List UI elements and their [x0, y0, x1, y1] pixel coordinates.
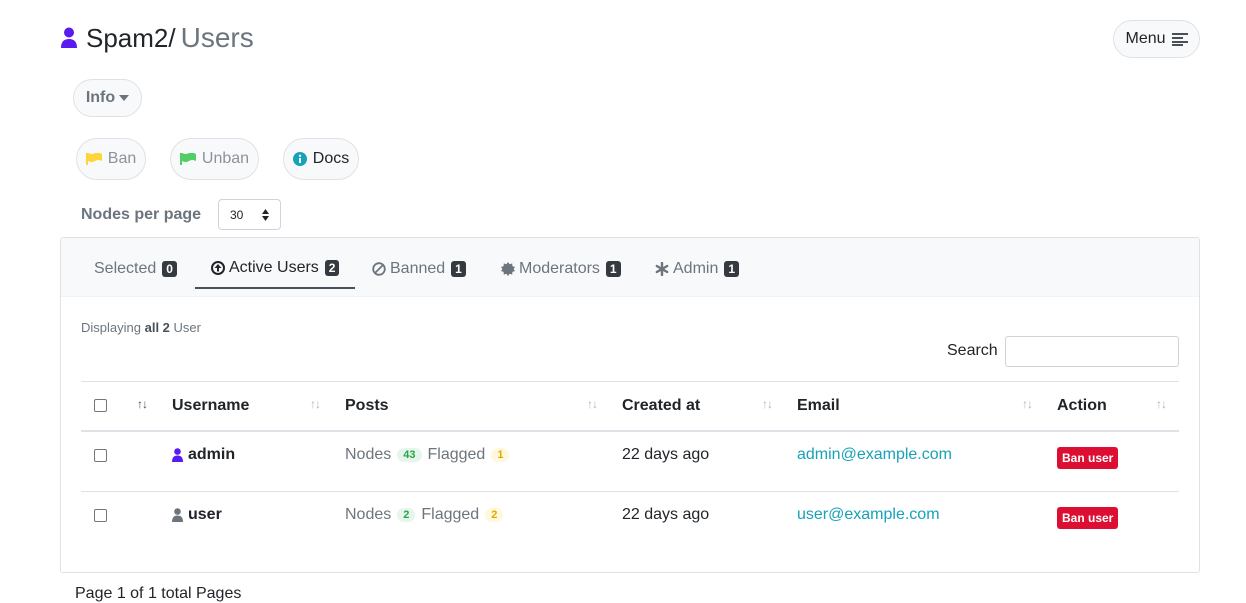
flagged-label: Flagged	[427, 446, 486, 463]
user-icon	[61, 27, 77, 48]
menu-label: Menu	[1125, 30, 1166, 47]
user-icon	[172, 508, 183, 522]
posts-cell: Nodes 2 Flagged 2	[345, 506, 504, 524]
sort-icon[interactable]: ↑↓	[1156, 397, 1167, 411]
sort-icon[interactable]: ↑↓	[1022, 397, 1033, 411]
count-badge: 1	[451, 260, 466, 277]
flagged-count-badge: 2	[485, 508, 504, 522]
tab-label: Active Users	[229, 258, 319, 276]
search-label: Search	[947, 342, 998, 359]
username-cell[interactable]: user	[172, 506, 222, 524]
tab-label: Selected	[94, 259, 157, 277]
nodes-count-badge: 2	[397, 508, 416, 522]
flag-icon	[179, 153, 196, 165]
created-at: 22 days ago	[622, 506, 710, 523]
page-title: Users	[180, 22, 254, 53]
docs-label: Docs	[312, 150, 350, 167]
display-summary: Displaying all 2 User	[81, 320, 201, 335]
header-username[interactable]: Username	[172, 397, 249, 415]
site-name[interactable]: Spam2/	[86, 23, 176, 54]
count-badge: 2	[324, 259, 340, 276]
nodes-count-badge: 43	[397, 448, 422, 462]
username: admin	[188, 446, 236, 463]
nodes-label: Nodes	[345, 446, 392, 463]
table-row: admin Nodes 43 Flagged 1 22 days ago adm…	[81, 432, 1179, 492]
search-input[interactable]	[1005, 336, 1179, 367]
nodes-per-page-select[interactable]: 30	[218, 199, 281, 230]
tab-banned[interactable]: Banned 1	[372, 248, 466, 289]
docs-button[interactable]: Docs	[283, 138, 359, 180]
ban-button[interactable]: Ban	[76, 138, 146, 180]
count-badge: 1	[605, 260, 621, 277]
email-link[interactable]: admin@example.com	[797, 446, 952, 464]
sort-icon[interactable]: ↑↓	[310, 397, 321, 411]
count-badge: 1	[724, 260, 740, 277]
header-created-at[interactable]: Created at	[622, 397, 700, 415]
tabs-bar: Selected 0 Active Users 2 Banned 1 Moder…	[61, 238, 1199, 297]
asterisk-icon	[655, 261, 669, 276]
row-checkbox[interactable]	[94, 449, 107, 462]
tab-label: Admin	[673, 259, 719, 277]
users-table: ↑↓ Username ↑↓ Posts ↑↓ Created at ↑↓ Em…	[81, 381, 1179, 552]
count-badge: 0	[162, 260, 177, 277]
sort-icon[interactable]: ↑↓	[137, 397, 148, 411]
menu-button[interactable]: Menu	[1113, 20, 1200, 58]
page-header: Spam2/ Users	[60, 20, 254, 56]
sort-icon[interactable]: ↑↓	[762, 397, 773, 411]
username-cell[interactable]: admin	[172, 446, 235, 464]
header-email[interactable]: Email	[797, 397, 840, 415]
ban-circle-icon	[372, 261, 386, 276]
certificate-icon	[501, 261, 515, 276]
info-circle-icon	[292, 152, 307, 166]
username: user	[188, 506, 222, 523]
caret-down-icon	[119, 95, 130, 101]
flagged-count-badge: 1	[491, 448, 510, 462]
tab-label: Moderators	[519, 259, 600, 277]
posts-cell: Nodes 43 Flagged 1	[345, 446, 510, 464]
nodes-per-page-value: 30	[230, 207, 244, 222]
ban-label: Ban	[107, 150, 137, 167]
tab-label: Banned	[390, 259, 446, 277]
select-arrows-icon	[262, 209, 269, 221]
sort-icon[interactable]: ↑↓	[587, 397, 598, 411]
pagination-info: Page 1 of 1 total Pages	[75, 585, 242, 602]
tab-moderators[interactable]: Moderators 1	[501, 248, 621, 289]
menu-lines-icon	[1171, 33, 1188, 46]
arrow-up-circle-icon	[211, 260, 225, 275]
unban-label: Unban	[201, 150, 250, 167]
display-count: all 2	[144, 320, 170, 335]
tab-active-users[interactable]: Active Users 2	[195, 248, 356, 289]
ban-user-button[interactable]: Ban user	[1057, 507, 1119, 529]
tab-admin[interactable]: Admin 1	[655, 248, 740, 289]
flagged-label: Flagged	[421, 506, 480, 523]
user-icon	[172, 448, 183, 462]
info-label: Info	[85, 89, 116, 106]
nodes-label: Nodes	[345, 506, 392, 523]
users-card: Selected 0 Active Users 2 Banned 1 Moder…	[60, 237, 1200, 573]
info-dropdown-button[interactable]: Info	[73, 79, 142, 117]
header-posts[interactable]: Posts	[345, 397, 389, 415]
nodes-per-page: Nodes per page 30	[81, 199, 281, 231]
select-all-checkbox[interactable]	[94, 399, 107, 412]
display-prefix: Displaying	[81, 320, 141, 335]
display-suffix: User	[173, 320, 201, 335]
nodes-per-page-label: Nodes per page	[81, 206, 202, 223]
flag-icon	[85, 153, 102, 165]
table-row: user Nodes 2 Flagged 2 22 days ago user@…	[81, 492, 1179, 552]
unban-button[interactable]: Unban	[170, 138, 259, 180]
header-action[interactable]: Action	[1057, 397, 1107, 415]
ban-user-button[interactable]: Ban user	[1057, 447, 1119, 469]
created-at: 22 days ago	[622, 446, 710, 463]
row-checkbox[interactable]	[94, 509, 107, 522]
email-link[interactable]: user@example.com	[797, 506, 940, 524]
tab-selected[interactable]: Selected 0	[94, 248, 177, 289]
table-header: ↑↓ Username ↑↓ Posts ↑↓ Created at ↑↓ Em…	[81, 381, 1179, 432]
